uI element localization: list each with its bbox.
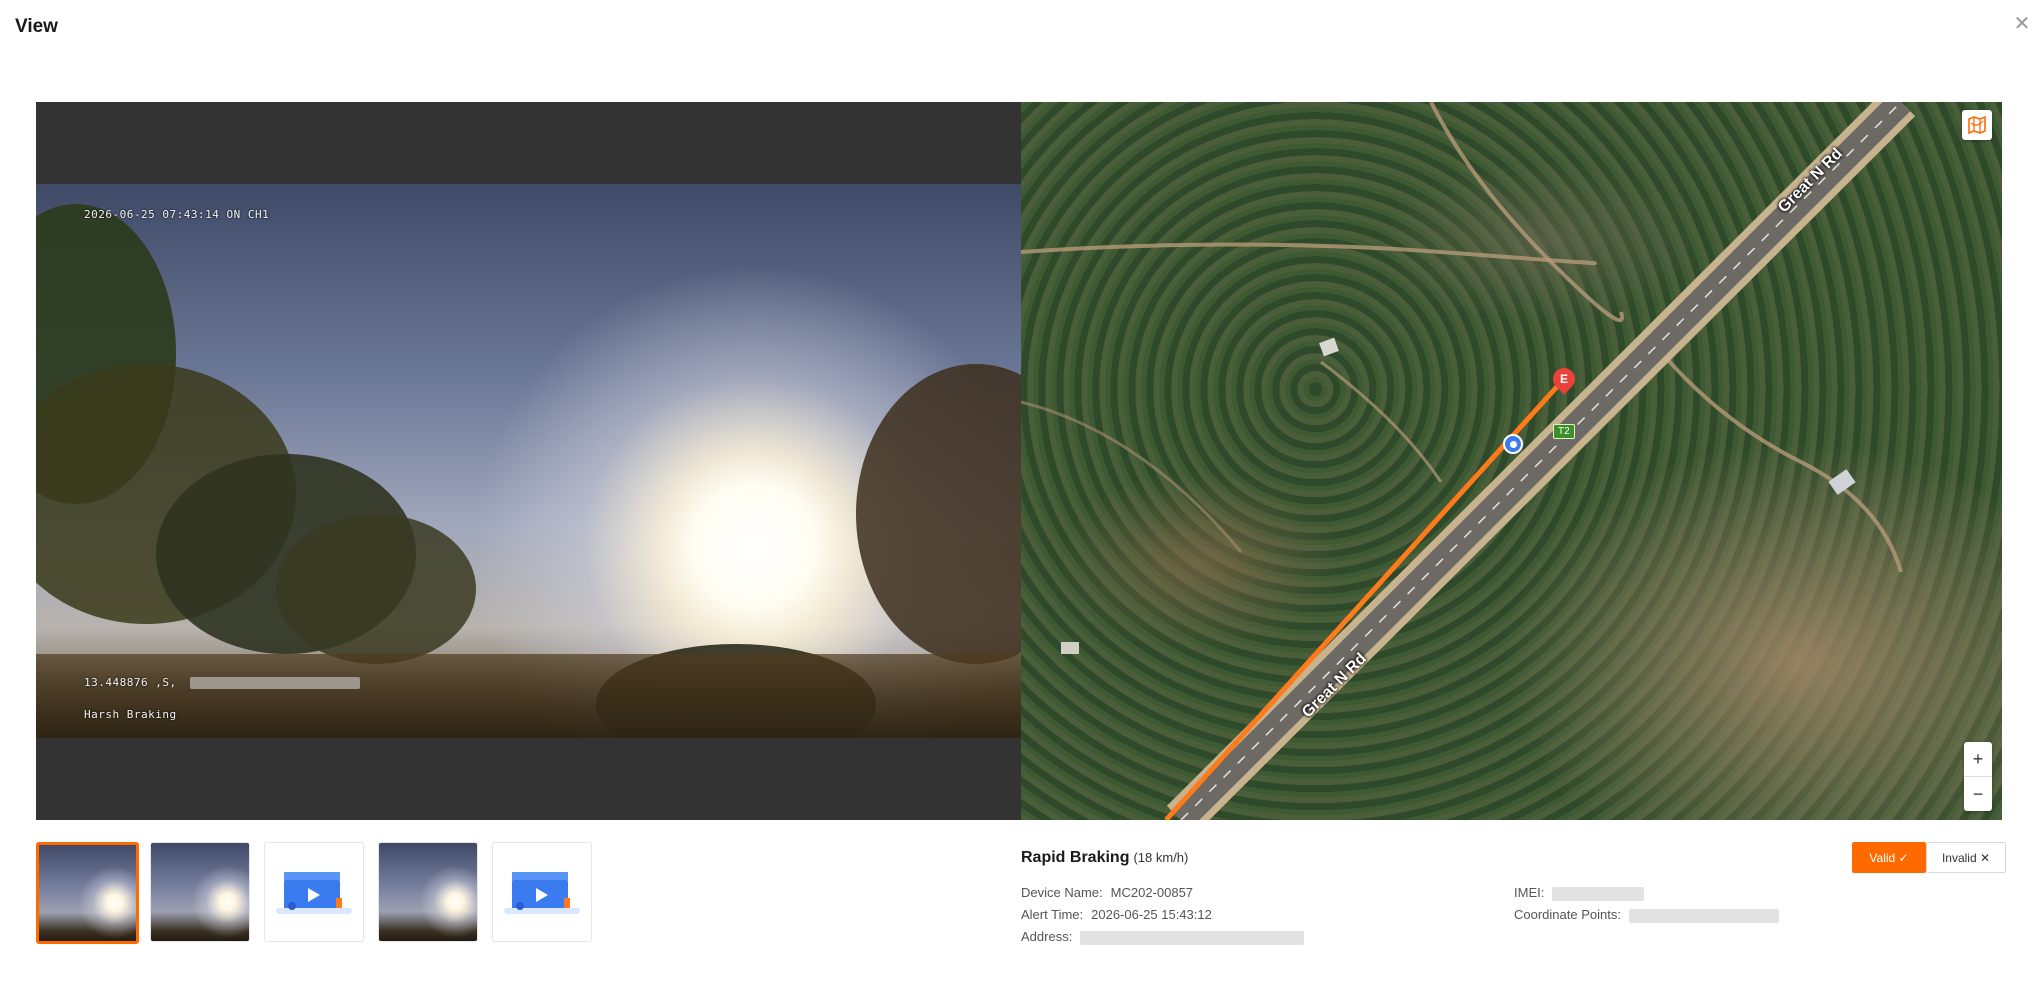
map-view[interactable]: Great N Rd Great N Rd E T2 + − (1021, 102, 2002, 820)
thumbnail-photo-2[interactable] (150, 842, 250, 942)
redacted-address (1080, 930, 1305, 945)
alert-title: Rapid Braking (18 km/h) (1021, 849, 1188, 867)
map-layer-icon (1968, 115, 1986, 135)
end-marker[interactable]: E (1548, 363, 1580, 395)
thumbnail-video-1[interactable] (264, 842, 364, 942)
vehicle-tag[interactable]: T2 (1553, 424, 1575, 439)
redacted-coordinates (189, 677, 360, 689)
imei-label: IMEI: (1514, 885, 1545, 900)
alert-type: Rapid Braking (1021, 849, 1130, 866)
start-marker[interactable] (1503, 434, 1523, 454)
map-canvas[interactable] (1021, 102, 2002, 820)
zoom-out-button[interactable]: − (1964, 777, 1992, 811)
device-name-label: Device Name: (1021, 885, 1103, 900)
modal-title: View (15, 16, 58, 37)
alert-time-row: Alert Time: 2026-06-25 15:43:12 (1021, 907, 1212, 922)
video-clip-icon (504, 872, 580, 914)
osd-event: Harsh Braking (84, 708, 177, 721)
redacted-coordinates-value (1628, 908, 1779, 923)
snapshot-frame[interactable]: 2026-06-25 07:43:14 ON CH1 13.448876 ,S,… (36, 184, 1021, 738)
thumbnail-photo-3[interactable] (378, 842, 478, 942)
zoom-in-button[interactable]: + (1964, 742, 1992, 776)
redacted-imei (1552, 886, 1645, 901)
valid-button[interactable]: Valid ✓ (1852, 842, 1926, 873)
thumbnail-photo-1[interactable] (36, 842, 139, 944)
osd-timestamp: 2026-06-25 07:43:14 ON CH1 (84, 208, 270, 221)
alert-speed: (18 km/h) (1133, 850, 1189, 865)
alert-viewer: 2026-06-25 07:43:14 ON CH1 13.448876 ,S,… (36, 102, 2002, 820)
address-label: Address: (1021, 929, 1073, 944)
osd-coordinates-row: 13.448876 ,S, (84, 676, 360, 689)
coordinate-label: Coordinate Points: (1514, 907, 1621, 922)
end-marker-label: E (1559, 372, 1568, 386)
device-name-row: Device Name: MC202-00857 (1021, 885, 1193, 900)
alert-time-value: 2026-06-25 15:43:12 (1091, 907, 1212, 922)
map-layer-button[interactable] (1962, 110, 1992, 140)
coordinate-row: Coordinate Points: (1514, 907, 1779, 923)
zoom-control: + − (1964, 742, 1992, 811)
address-row: Address: (1021, 929, 1305, 945)
device-name-value: MC202-00857 (1110, 885, 1194, 900)
video-clip-icon (276, 872, 352, 914)
thumbnail-video-2[interactable] (492, 842, 592, 942)
video-pane[interactable]: 2026-06-25 07:43:14 ON CH1 13.448876 ,S,… (36, 102, 1021, 820)
alert-time-label: Alert Time: (1021, 907, 1084, 922)
imei-row: IMEI: (1514, 885, 1645, 901)
close-icon[interactable]: ✕ (2012, 14, 2032, 34)
osd-coordinates: 13.448876 ,S, (84, 676, 177, 689)
invalid-button[interactable]: Invalid ✕ (1926, 842, 2006, 873)
